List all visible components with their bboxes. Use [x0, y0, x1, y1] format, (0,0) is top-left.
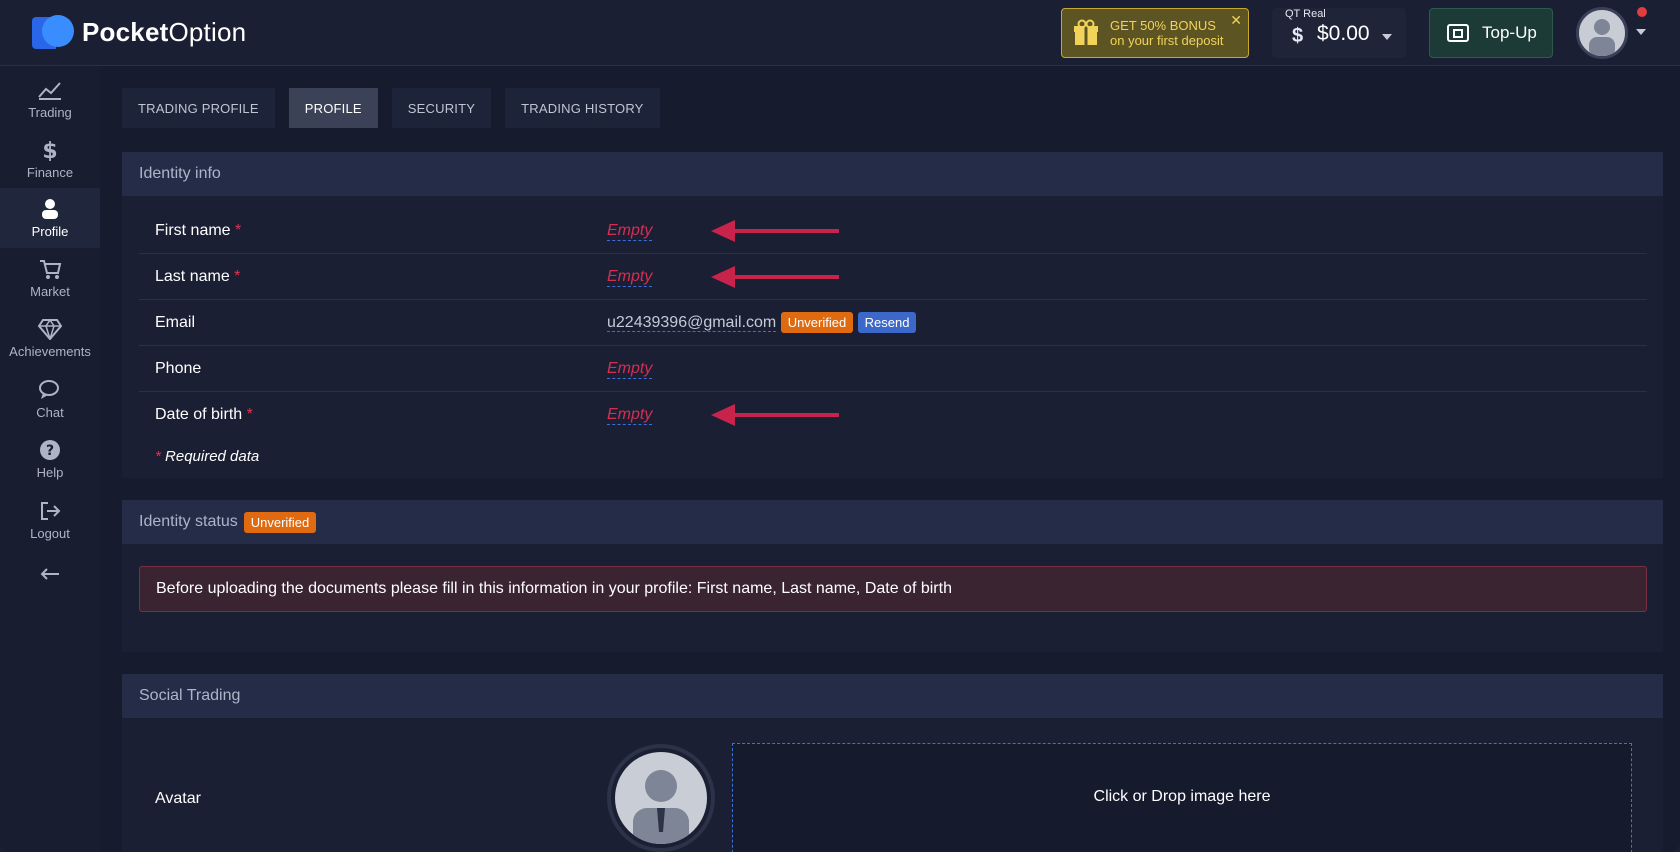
email-status-badge: Unverified: [780, 312, 854, 333]
social-trading-header: Social Trading: [122, 674, 1663, 718]
tab-profile[interactable]: PROFILE: [288, 88, 378, 128]
section-title: Social Trading: [139, 687, 241, 704]
bonus-text: GET 50% BONUS on your first deposit: [1110, 18, 1224, 48]
last-name-value[interactable]: Empty: [607, 268, 653, 287]
field-row-email: Email u22439396@gmail.com Unverified Res…: [139, 300, 1647, 346]
user-silhouette-icon: [633, 770, 689, 844]
social-trading-panel: Avatar Click or Drop image here: [122, 718, 1663, 852]
app-window: PocketOption GET 50% BONUS on your first…: [0, 0, 1680, 852]
avatar-dropzone[interactable]: Click or Drop image here: [732, 743, 1632, 852]
sidebar-item-achievements[interactable]: Achievements: [0, 309, 100, 367]
sidebar-item-label: Logout: [30, 525, 70, 541]
email-value[interactable]: u22439396@gmail.com: [607, 314, 777, 332]
identity-status-panel: Before uploading the documents please fi…: [122, 544, 1663, 652]
sidebar-item-label: Help: [36, 464, 64, 480]
tab-security[interactable]: SECURITY: [391, 88, 492, 128]
required-data-note: * Required data: [155, 448, 260, 465]
field-label: First name *: [155, 222, 242, 239]
sidebar-item-label: Trading: [28, 104, 72, 120]
phone-value[interactable]: Empty: [607, 360, 653, 379]
avatar-label: Avatar: [155, 790, 201, 807]
user-icon: [42, 198, 58, 219]
chevron-down-icon[interactable]: [1636, 29, 1646, 35]
field-row-first-name: First name * Empty: [139, 208, 1647, 254]
field-row-date-of-birth: Date of birth * Empty: [139, 392, 1647, 438]
bonus-banner[interactable]: GET 50% BONUS on your first deposit ✕: [1061, 8, 1249, 58]
collapse-sidebar-button[interactable]: [0, 554, 100, 594]
identity-info-header: Identity info: [122, 152, 1663, 196]
field-label: Phone: [155, 360, 202, 377]
account-selector[interactable]: QT Real $ $0.00: [1272, 8, 1406, 58]
sidebar-item-logout[interactable]: Logout: [0, 491, 100, 549]
arrow-left-icon: [711, 404, 839, 426]
account-balance: $0.00: [1317, 22, 1370, 45]
field-row-last-name: Last name * Empty: [139, 254, 1647, 300]
dollar-icon: $: [1292, 25, 1304, 47]
help-icon: ?: [40, 439, 60, 460]
chart-icon: [38, 81, 61, 100]
resend-button[interactable]: Resend: [857, 312, 917, 333]
chat-icon: [39, 379, 59, 399]
dollar-icon: $: [42, 139, 57, 161]
sidebar-item-finance[interactable]: $ Finance: [0, 130, 100, 188]
avatar-image: [615, 752, 707, 844]
field-label: Email: [155, 314, 196, 331]
sidebar-item-help[interactable]: ? Help: [0, 430, 100, 488]
svg-text:$: $: [42, 139, 57, 161]
notification-dot: [1637, 7, 1647, 17]
user-avatar[interactable]: [1576, 7, 1628, 59]
sidebar-item-label: Achievements: [9, 343, 91, 359]
sidebar-item-label: Market: [30, 283, 70, 299]
topup-button[interactable]: Top-Up: [1429, 8, 1553, 58]
identity-alert: Before uploading the documents please fi…: [139, 566, 1647, 612]
section-title: Identity status: [139, 513, 238, 530]
tab-trading-profile[interactable]: TRADING PROFILE: [122, 88, 275, 128]
arrow-left-icon: [711, 266, 839, 288]
sidebar-item-chat[interactable]: Chat: [0, 370, 100, 428]
arrow-left-icon: [40, 568, 59, 580]
logo-icon: [32, 15, 74, 49]
first-name-value[interactable]: Empty: [607, 222, 653, 241]
field-row-phone: Phone Empty: [139, 346, 1647, 392]
identity-status-header: Identity status Unverified: [122, 500, 1663, 544]
arrow-left-icon: [711, 220, 839, 242]
sidebar-item-label: Finance: [26, 164, 74, 180]
identity-info-panel: First name * Empty Last name * Empty Ema…: [122, 196, 1663, 478]
main-content: TRADING PROFILE PROFILE SECURITY TRADING…: [100, 66, 1680, 852]
top-bar: PocketOption GET 50% BONUS on your first…: [0, 0, 1680, 66]
tab-trading-history[interactable]: TRADING HISTORY: [505, 88, 660, 128]
sidebar-item-label: Profile: [31, 223, 69, 239]
close-icon[interactable]: ✕: [1230, 12, 1242, 29]
sidebar: Trading $ Finance Profile Market Achieve…: [0, 66, 100, 852]
date-of-birth-value[interactable]: Empty: [607, 406, 653, 425]
email-value-group: u22439396@gmail.com Unverified Resend: [607, 312, 917, 333]
field-label: Last name *: [155, 268, 241, 285]
logo[interactable]: PocketOption: [32, 15, 246, 49]
topup-label: Top-Up: [1482, 23, 1537, 42]
cart-icon: [40, 259, 62, 279]
sidebar-item-profile[interactable]: Profile: [0, 188, 100, 248]
field-label: Date of birth *: [155, 406, 253, 423]
sidebar-item-label: Chat: [36, 404, 64, 420]
logo-text: PocketOption: [82, 16, 247, 47]
profile-tabs: TRADING PROFILE PROFILE SECURITY TRADING…: [122, 88, 660, 128]
identity-status-badge: Unverified: [243, 511, 317, 533]
user-silhouette-icon: [1589, 19, 1615, 56]
sidebar-item-trading[interactable]: Trading: [0, 70, 100, 128]
logout-icon: [41, 501, 61, 520]
gift-icon: [1074, 19, 1098, 45]
sidebar-item-market[interactable]: Market: [0, 249, 100, 307]
wallet-icon: [1447, 24, 1469, 42]
account-type-label: QT Real: [1285, 8, 1326, 20]
diamond-icon: [37, 318, 63, 340]
chevron-down-icon: [1382, 34, 1392, 40]
section-title: Identity info: [139, 165, 221, 182]
svg-text:?: ?: [46, 443, 54, 459]
